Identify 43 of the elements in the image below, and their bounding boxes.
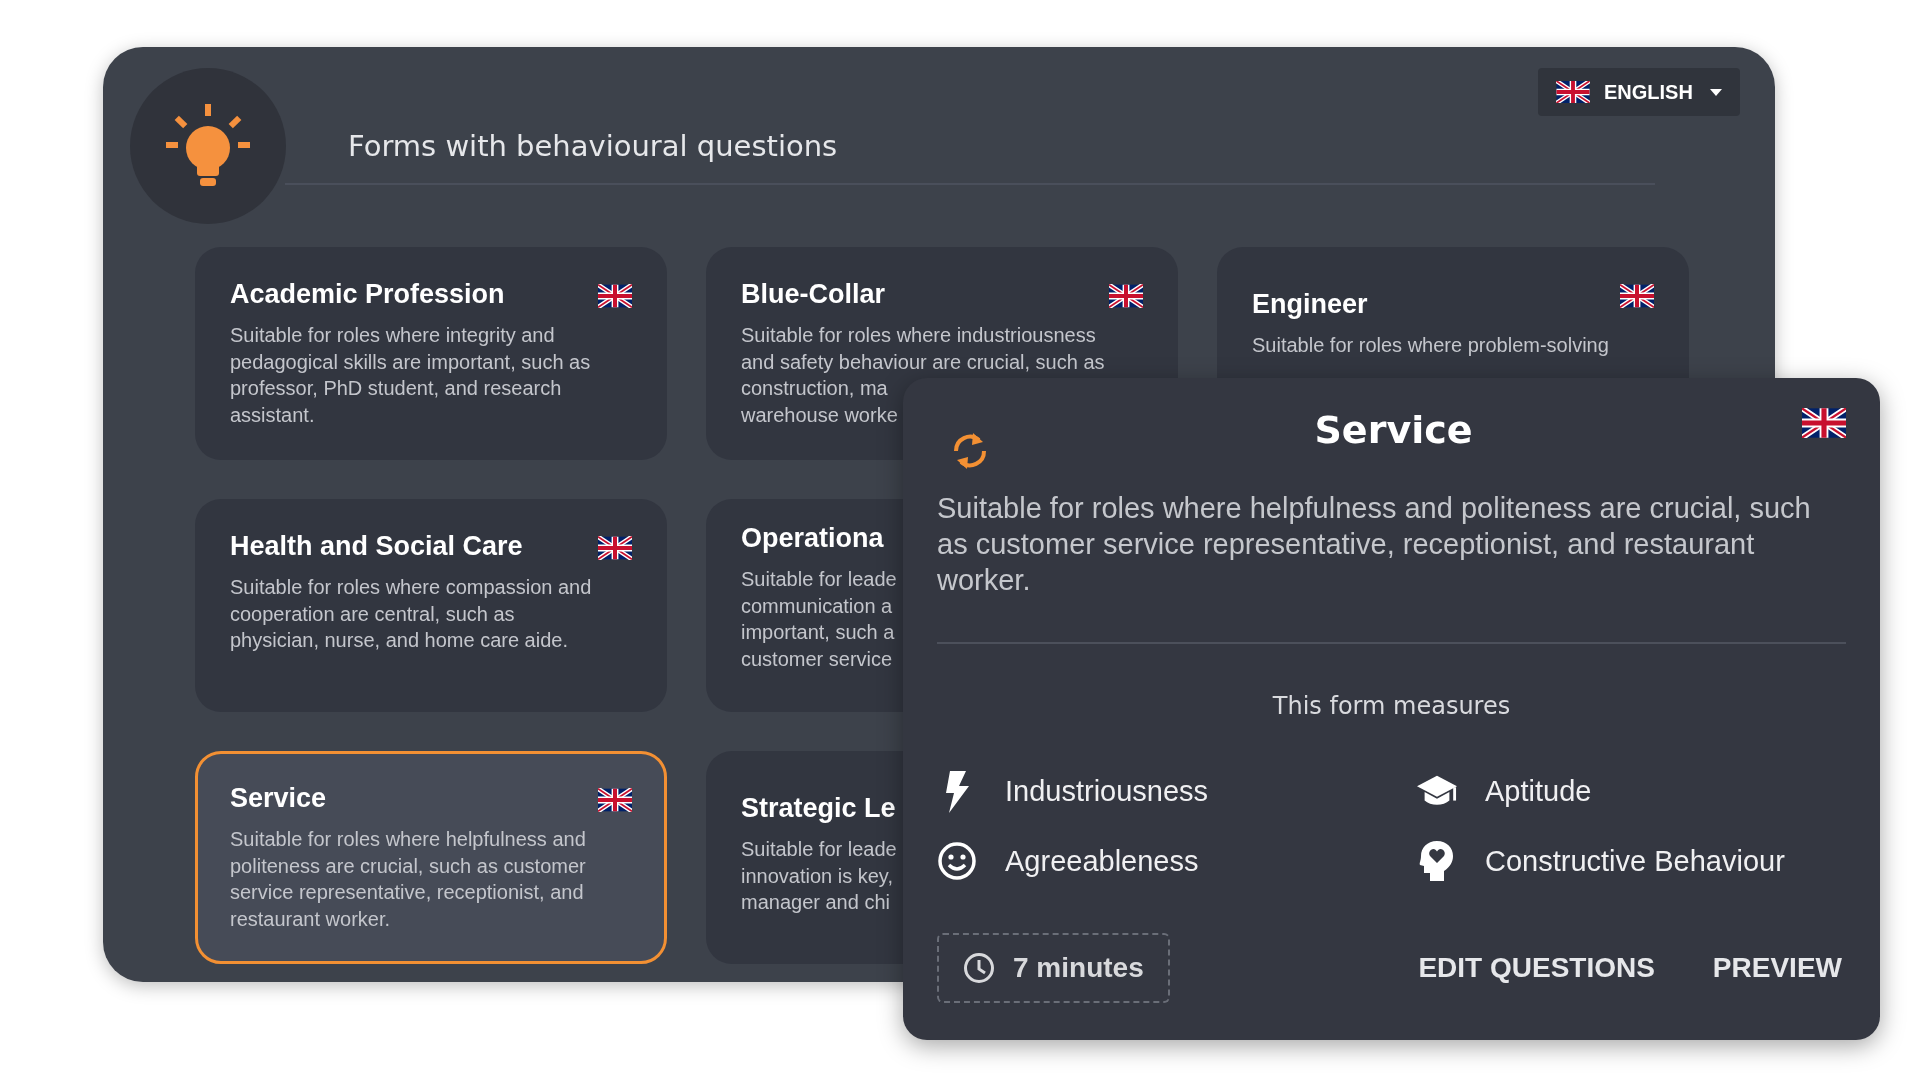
head-heart-icon	[1419, 841, 1455, 882]
form-card[interactable]: Service Suitable for roles where helpfulness and politeness are crucial, such as customer service representative, receptionist, and restaurant worker.	[195, 751, 667, 964]
action-button[interactable]: PREVIEW	[1708, 939, 1846, 997]
clock-icon	[963, 952, 995, 984]
lightning-icon	[944, 770, 970, 813]
smiley-icon	[937, 841, 977, 882]
card-title: Service	[230, 782, 327, 815]
uk-flag-icon	[1556, 81, 1590, 103]
uk-flag-icon	[1620, 284, 1654, 308]
form-description: Suitable for roles where helpfulness and politeness are crucial, such as customer service representative, receptionist, and restaurant worker.	[937, 491, 1812, 598]
uk-flag-icon	[1109, 284, 1143, 308]
language-dropdown[interactable]: ENGLISH	[1538, 68, 1740, 116]
lightbulb-icon	[166, 104, 250, 188]
form-title: Service	[1313, 408, 1474, 454]
refresh-icon[interactable]	[951, 430, 989, 472]
card-description: Suitable for roles where compassion and cooperation are central, such as physician, nurse, and home care aide.	[230, 575, 592, 654]
card-description: Suitable for roles where helpfulness and politeness are crucial, such as customer service representative, receptionist, and restaurant worker.	[230, 827, 586, 932]
uk-flag-icon	[598, 284, 632, 308]
card-title: Blue-Collar	[741, 278, 886, 311]
page-title: Forms with behavioural questions	[348, 128, 838, 165]
measure-label: Aptitude	[1485, 774, 1592, 809]
card-title: Academic Profession	[230, 278, 505, 311]
card-title: Strategic Le	[741, 792, 896, 825]
card-title: Health and Social Care	[230, 530, 523, 563]
card-description: Suitable for roles where integrity and pedagogical skills are important, such as professor, PhD student, and research assistant.	[230, 323, 591, 428]
uk-flag-icon	[1802, 408, 1846, 438]
card-title: Operationa	[741, 522, 884, 555]
card-title: Engineer	[1252, 288, 1368, 321]
uk-flag-icon	[598, 788, 632, 812]
card-description: Suitable for leade communication a important, such a customer service	[741, 567, 897, 672]
measure-label: Industriousness	[1005, 774, 1209, 809]
action-button[interactable]: EDIT QUESTIONS	[1414, 939, 1659, 997]
uk-flag-icon	[598, 536, 632, 560]
duration-chip: 7 minutes	[937, 933, 1170, 1003]
measure-label: Agreeableness	[1005, 843, 1199, 879]
form-card[interactable]: Health and Social Care Suitable for roles where compassion and cooperation are central, such as physician, nurse, and home care aide.	[195, 499, 667, 712]
measure-label: Constructive Behaviour	[1485, 843, 1785, 879]
card-description: Suitable for roles where industriousness and safety behaviour are crucial, such as construction, ma warehouse worke	[741, 323, 1105, 428]
card-description: Suitable for roles where problem-solving	[1252, 333, 1609, 359]
caret-icon	[1710, 88, 1722, 96]
section-heading: This form measures	[1271, 691, 1512, 722]
form-card[interactable]: Academic Profession Suitable for roles where integrity and pedagogical skills are important, such as professor, PhD student, and research assistant.	[195, 247, 667, 460]
card-description: Suitable for leade innovation is key, manager and chi	[741, 837, 897, 916]
